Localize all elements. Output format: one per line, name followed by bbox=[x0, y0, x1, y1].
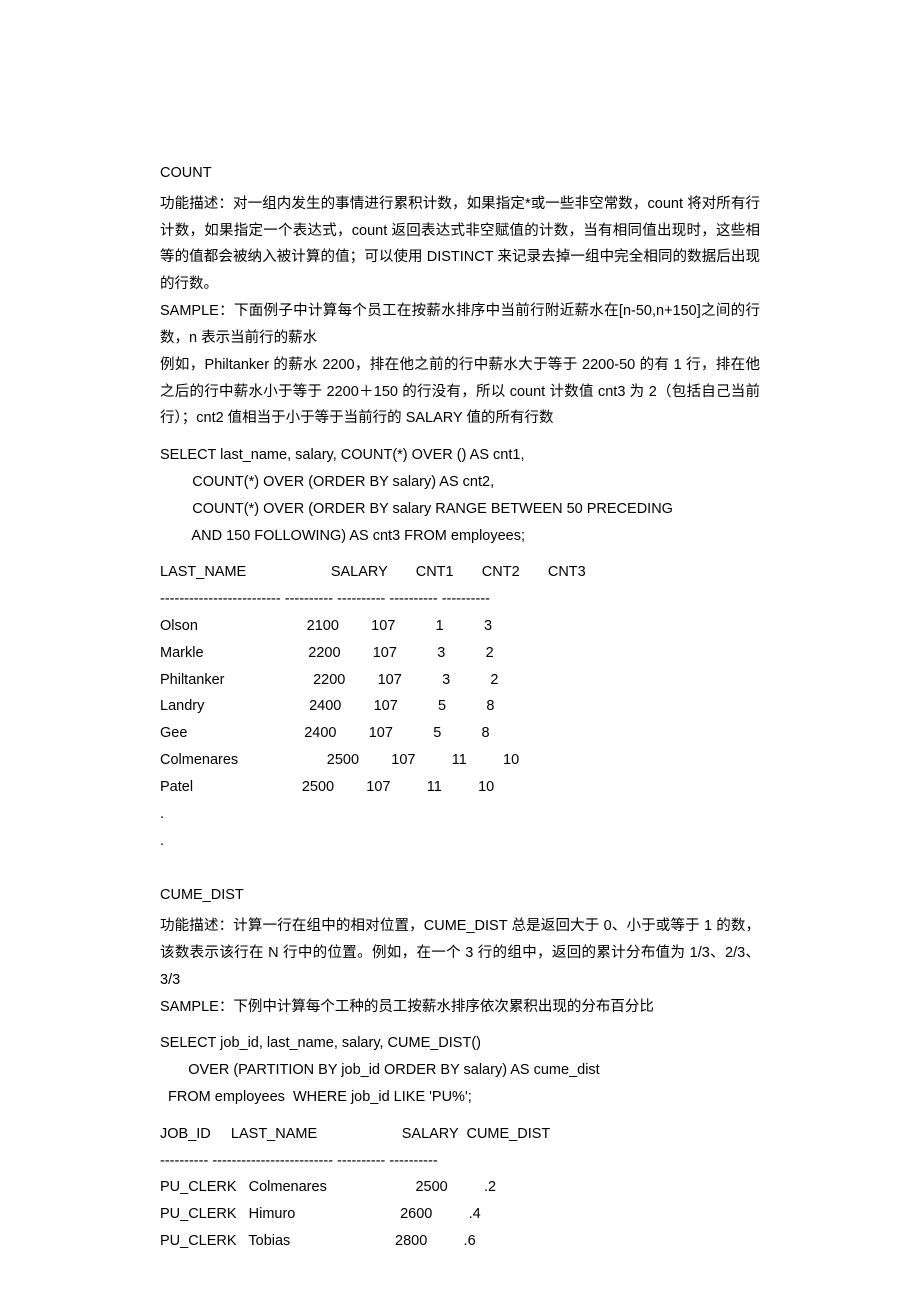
cumedist-sql: SELECT job_id, last_name, salary, CUME_D… bbox=[160, 1030, 760, 1110]
cumedist-result-table: JOB_ID LAST_NAME SALARY CUME_DIST ------… bbox=[160, 1121, 760, 1255]
cumedist-description: 功能描述：计算一行在组中的相对位置，CUME_DIST 总是返回大于 0、小于或… bbox=[160, 913, 760, 993]
count-example: 例如，Philtanker 的薪水 2200，排在他之前的行中薪水大于等于 22… bbox=[160, 352, 760, 432]
document-page: COUNT 功能描述：对一组内发生的事情进行累积计数，如果指定*或一些非空常数，… bbox=[0, 0, 920, 1315]
count-heading: COUNT bbox=[160, 160, 760, 187]
cumedist-sample-intro: SAMPLE：下例中计算每个工种的员工按薪水排序依次累积出现的分布百分比 bbox=[160, 994, 760, 1021]
cumedist-heading: CUME_DIST bbox=[160, 882, 760, 909]
count-result-table: LAST_NAME SALARY CNT1 CNT2 CNT3 --------… bbox=[160, 559, 760, 854]
count-sql: SELECT last_name, salary, COUNT(*) OVER … bbox=[160, 442, 760, 549]
count-sample-intro: SAMPLE：下面例子中计算每个员工在按薪水排序中当前行附近薪水在[n-50,n… bbox=[160, 298, 760, 352]
count-description: 功能描述：对一组内发生的事情进行累积计数，如果指定*或一些非空常数，count … bbox=[160, 191, 760, 298]
